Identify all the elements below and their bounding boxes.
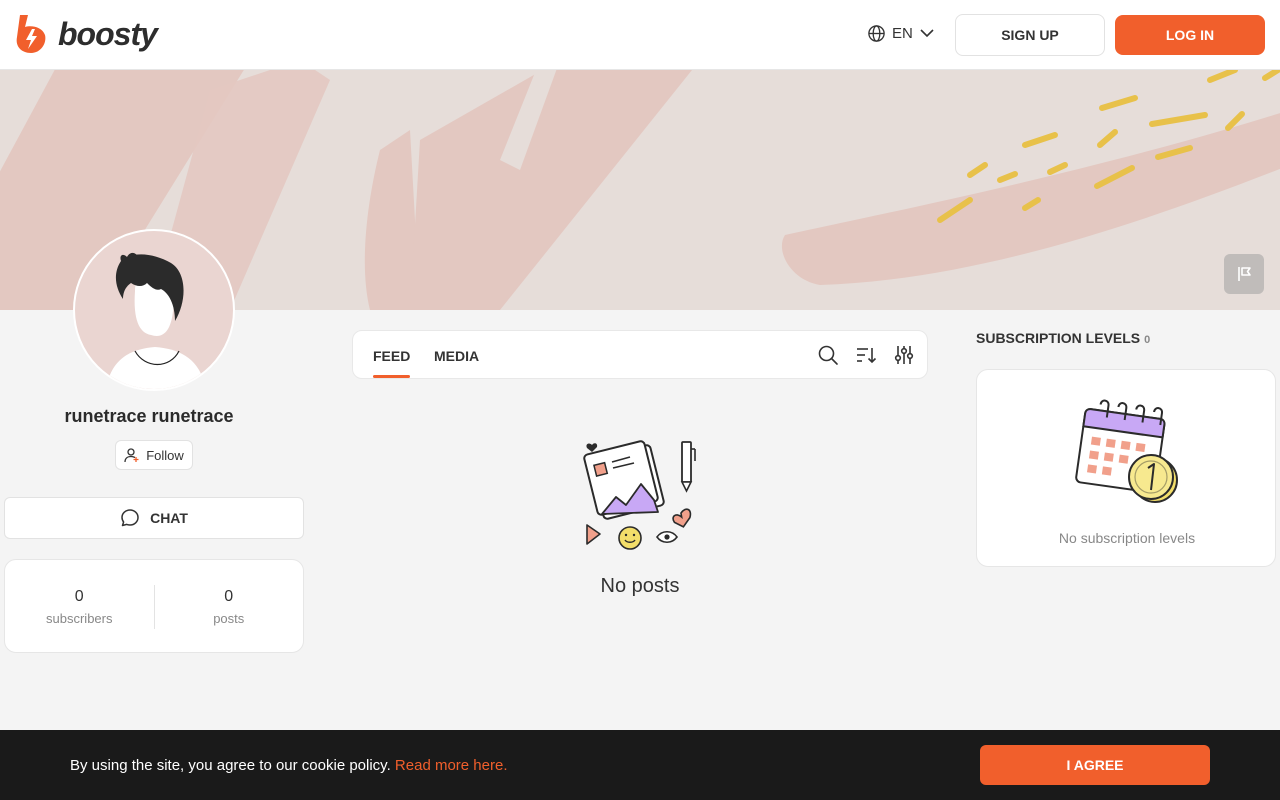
boosty-wordmark: boosty <box>58 16 158 52</box>
follow-button[interactable]: Follow <box>115 440 193 470</box>
posts-count: 0 <box>224 588 234 605</box>
posts-label: posts <box>213 611 245 626</box>
subscribers-label: subscribers <box>46 611 113 626</box>
subscription-levels-title: SUBSCRIPTION LEVELS <box>976 330 1141 346</box>
agree-button[interactable]: I AGREE <box>980 745 1210 785</box>
globe-icon <box>868 24 885 42</box>
sign-up-button[interactable]: SIGN UP <box>955 14 1105 56</box>
chat-label: CHAT <box>150 510 188 526</box>
calendar-coin-illustration <box>1075 399 1178 503</box>
chat-bubble-icon <box>121 509 139 527</box>
subscribers-count: 0 <box>74 588 84 605</box>
stat-subscribers: 0 subscribers <box>5 560 154 652</box>
subscription-levels-count: 0 <box>1144 334 1151 346</box>
boosty-logo[interactable]: boosty <box>14 13 158 55</box>
report-button[interactable] <box>1224 254 1264 294</box>
profile-avatar <box>73 229 235 391</box>
stat-posts: 0 posts <box>155 560 304 652</box>
empty-posts-illustration <box>583 440 696 550</box>
profile-name: runetrace runetrace <box>64 406 234 426</box>
chevron-down-icon <box>920 29 934 38</box>
no-subscription-levels-text: No subscription levels <box>1058 530 1196 546</box>
follow-label: Follow <box>146 447 184 463</box>
subscription-levels-card: No subscription levels <box>976 369 1276 567</box>
language-selector[interactable]: EN <box>867 22 935 44</box>
language-label: EN <box>892 24 913 42</box>
cookie-policy-link[interactable]: Read more here. <box>395 757 508 774</box>
active-tab-indicator <box>373 375 410 378</box>
user-add-icon <box>124 448 139 463</box>
cookie-message: By using the site, you agree to our cook… <box>70 757 507 774</box>
filter-icon[interactable] <box>893 344 915 366</box>
cookie-text: By using the site, you agree to our cook… <box>70 757 391 774</box>
chat-button[interactable]: CHAT <box>4 497 304 539</box>
subscription-levels-heading: SUBSCRIPTION LEVELS 0 <box>976 330 1150 346</box>
cookie-banner: By using the site, you agree to our cook… <box>0 730 1280 800</box>
flag-icon <box>1238 267 1251 281</box>
log-in-button[interactable]: LOG IN <box>1115 15 1265 55</box>
search-icon[interactable] <box>817 344 839 366</box>
profile-stats: 0 subscribers 0 posts <box>4 559 304 653</box>
default-avatar-icon <box>105 252 207 389</box>
boosty-bolt-icon <box>16 15 46 53</box>
tab-feed[interactable]: FEED <box>373 348 410 364</box>
no-posts-text: No posts <box>600 575 680 597</box>
top-header: boosty EN SIGN UP LOG IN <box>0 0 1280 70</box>
tab-media[interactable]: MEDIA <box>434 348 479 364</box>
feed-tab-bar: FEED MEDIA <box>352 330 928 379</box>
sort-icon[interactable] <box>855 344 877 366</box>
